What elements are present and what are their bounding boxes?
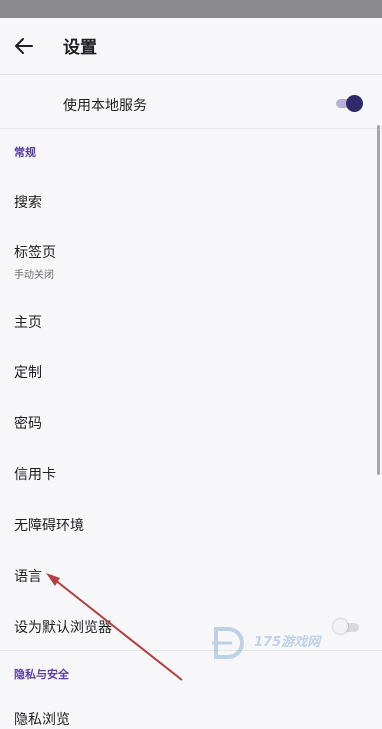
local-service-toggle[interactable] xyxy=(336,94,364,112)
settings-item-accessibility[interactable]: 无障碍环境 xyxy=(14,515,84,535)
local-service-label: 使用本地服务 xyxy=(63,98,147,114)
section-general-header: 常规 xyxy=(14,146,36,159)
section-privacy-header: 隐私与安全 xyxy=(14,668,69,681)
app-bar: 设置 xyxy=(0,18,382,75)
default-browser-toggle[interactable] xyxy=(333,618,361,636)
settings-item-tabs-label: 标签页 xyxy=(14,245,56,261)
settings-item-home[interactable]: 主页 xyxy=(14,312,42,332)
settings-item-tabs[interactable]: 标签页 手动关闭 xyxy=(14,242,56,281)
settings-item-credit-card[interactable]: 信用卡 xyxy=(14,464,56,484)
settings-item-tabs-subtitle: 手动关闭 xyxy=(14,270,54,281)
watermark-text: 175游戏网 xyxy=(254,635,321,650)
settings-item-customize[interactable]: 定制 xyxy=(14,362,42,382)
settings-item-language[interactable]: 语言 xyxy=(14,566,42,586)
back-arrow-icon[interactable] xyxy=(10,32,38,60)
settings-item-search[interactable]: 搜索 xyxy=(14,192,42,212)
toggle-thumb xyxy=(346,95,363,112)
annotation-arrow-icon xyxy=(46,573,183,681)
settings-item-default-browser[interactable]: 设为默认浏览器 xyxy=(14,617,112,637)
divider xyxy=(0,128,382,129)
settings-item-private-browsing[interactable]: 隐私浏览 xyxy=(14,709,70,729)
status-bar xyxy=(0,0,382,18)
scrollbar[interactable] xyxy=(377,125,380,475)
watermark: 175游戏网 xyxy=(210,623,335,663)
settings-item-passwords[interactable]: 密码 xyxy=(14,413,42,433)
page-title: 设置 xyxy=(63,38,97,58)
watermark-logo-icon xyxy=(212,627,244,659)
toggle-thumb xyxy=(333,619,348,634)
